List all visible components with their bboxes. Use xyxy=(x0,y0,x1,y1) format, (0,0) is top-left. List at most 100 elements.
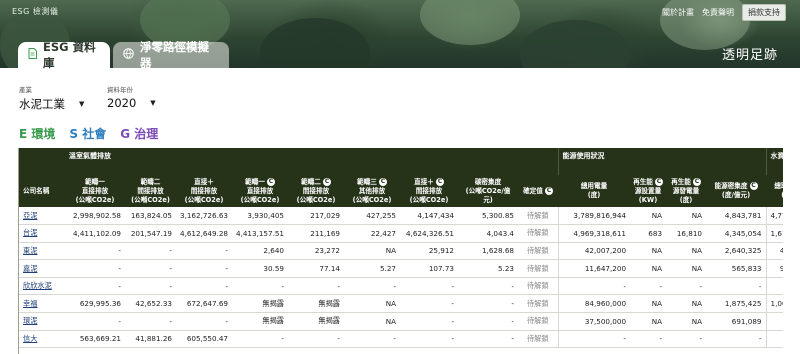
table-cell: 5.23 xyxy=(458,259,518,278)
table-cell: 84,960,000 xyxy=(557,294,631,314)
info-icon[interactable]: C xyxy=(435,177,444,186)
column-header-line: 間接排放 xyxy=(302,186,330,195)
table-cell: 5,300.85 xyxy=(458,207,518,226)
year-select[interactable]: 資料年份 2020 ▼ xyxy=(107,84,156,110)
column-header-line: (公噸CO2e) xyxy=(184,195,224,204)
table-cell: - xyxy=(765,277,783,296)
column-header[interactable]: 確定值 C xyxy=(518,175,559,207)
column-header[interactable]: 範疇三 C 其他排放 (公噸CO2e) xyxy=(344,175,400,207)
unlock-cell[interactable]: 待解鎖 xyxy=(518,224,559,243)
column-header-company[interactable]: 公司名稱 xyxy=(19,175,65,207)
column-header[interactable]: 範疇二 C 間接排放 (公噸CO2e) xyxy=(288,175,344,207)
tab-net-zero-simulator[interactable]: 淨零路徑模擬器 xyxy=(113,40,229,70)
table-cell: 2,640,325 xyxy=(706,242,767,261)
table-cell: - xyxy=(458,277,518,296)
table-cell: 30.59 xyxy=(232,259,288,278)
table-cell: 41,881.26 xyxy=(125,330,176,349)
table-cell: 4,772,000 xyxy=(765,207,783,226)
table-cell: 1,004,104 xyxy=(765,294,783,314)
esg-category-tabs: E 環境 S 社會 G 治理 xyxy=(19,125,158,142)
table-cell: 217,029 xyxy=(288,207,344,226)
info-icon[interactable]: C xyxy=(749,182,758,190)
industry-select[interactable]: 產業 水泥工業 ▼ xyxy=(19,84,84,112)
table-cell: NA xyxy=(630,312,667,331)
column-header-line: (公噸CO2e/億元) xyxy=(465,186,511,204)
column-header[interactable]: 碳密集度 (公噸CO2e/億元) xyxy=(458,175,518,207)
company-link[interactable]: 環泥 xyxy=(19,312,65,331)
unlock-cell[interactable]: 待解鎖 xyxy=(518,207,559,226)
info-icon[interactable]: C xyxy=(378,177,387,186)
table-cell: 4,969,318,611 xyxy=(557,224,631,243)
about-link[interactable]: 關於計畫 xyxy=(662,7,694,18)
column-header-line: 能源密集度 C xyxy=(714,182,758,190)
column-header[interactable]: 總用電量 (度) xyxy=(558,175,631,207)
column-header[interactable]: 範疇二 間接排放 (公噸CO2e) xyxy=(125,175,176,207)
tab-social[interactable]: S 社會 xyxy=(69,125,106,142)
table-cell: NA xyxy=(666,312,707,331)
company-link[interactable]: 東泥 xyxy=(19,242,65,261)
table-cell: - xyxy=(176,259,232,278)
esg-data-table[interactable]: 溫室氣體排放 能源使用狀況 水資源 公司名稱範疇一直接排放(公噸CO2e)範疇二… xyxy=(18,148,783,354)
document-icon xyxy=(28,48,37,62)
table-cell: NA xyxy=(630,242,667,261)
table-cell: - xyxy=(706,330,767,349)
table-cell: NA xyxy=(344,242,400,261)
year-value: 2020 xyxy=(107,96,137,110)
company-link[interactable]: 信大 xyxy=(19,330,65,349)
forest-canopy xyxy=(260,18,370,68)
table-cell: - xyxy=(232,330,288,349)
info-icon[interactable]: C xyxy=(322,177,331,186)
donate-button[interactable]: 捐款支持 xyxy=(742,4,786,21)
column-header[interactable]: 範疇一 直接排放 (公噸CO2e) xyxy=(65,175,125,207)
column-header-line: (度/億元) xyxy=(721,191,751,199)
company-link[interactable]: 幸福 xyxy=(19,294,65,314)
column-header-line: 再生能 C xyxy=(671,177,701,186)
table-cell: NA xyxy=(630,207,667,226)
column-header[interactable]: 直接＋ C 間接排放 (公噸CO2e) xyxy=(400,175,458,207)
info-icon[interactable]: C xyxy=(544,186,553,195)
table-cell: 691,089 xyxy=(706,312,767,331)
tab-esg-database[interactable]: ESG 資料庫 xyxy=(18,40,110,70)
table-cell: 4,043.4 xyxy=(458,224,518,243)
table-cell: NA xyxy=(630,294,667,314)
unlock-cell[interactable]: 待解鎖 xyxy=(518,312,559,331)
info-icon[interactable]: C xyxy=(692,177,701,186)
column-header[interactable]: 再生能 C 源發電量 (度) xyxy=(666,175,707,207)
table-cell: - xyxy=(458,312,518,331)
table-cell: - xyxy=(666,330,707,349)
disclaimer-link[interactable]: 免責聲明 xyxy=(702,7,734,18)
unlock-cell[interactable]: 待解鎖 xyxy=(518,330,559,349)
table-row: 欣欣水泥--------待解鎖----- xyxy=(19,277,783,296)
column-header-line: (公噸CO2e) xyxy=(131,195,170,204)
table-cell: 無揭露 xyxy=(288,312,344,331)
table-cell: NA xyxy=(344,294,400,314)
unlock-cell[interactable]: 待解鎖 xyxy=(518,277,559,296)
company-link[interactable]: 亞泥 xyxy=(19,207,65,226)
column-header[interactable]: 直接＋ 間接排放 (公噸CO2e) xyxy=(176,175,232,207)
industry-value: 水泥工業 xyxy=(19,97,65,111)
table-cell: NA xyxy=(630,259,667,278)
column-header[interactable]: 再生能 C 源設置量 (KW) xyxy=(630,175,667,207)
unlock-cell[interactable]: 待解鎖 xyxy=(518,259,559,278)
table-cell: - xyxy=(557,277,631,296)
table-cell: - xyxy=(458,294,518,314)
table-cell: 565,833 xyxy=(706,259,767,278)
unlock-cell[interactable]: 待解鎖 xyxy=(518,242,559,261)
column-header[interactable]: 總取水量(噸) xyxy=(766,175,783,207)
unlock-cell[interactable]: 待解鎖 xyxy=(518,294,559,314)
company-link[interactable]: 欣欣水泥 xyxy=(19,277,65,296)
info-icon[interactable]: C xyxy=(654,177,663,186)
info-icon[interactable]: C xyxy=(266,177,275,186)
table-cell: 2,998,902.58 xyxy=(65,207,125,226)
company-link[interactable]: 嘉泥 xyxy=(19,259,65,278)
column-header[interactable]: 範疇一 C 直接排放 (公噸CO2e) xyxy=(232,175,288,207)
company-link[interactable]: 台泥 xyxy=(19,224,65,243)
table-cell: 42,652.33 xyxy=(125,294,176,314)
table-cell: 107.73 xyxy=(400,259,458,278)
table-cell: 77.14 xyxy=(288,259,344,278)
site-brand[interactable]: ESG 檢測儀 xyxy=(12,6,58,17)
column-header-line: 公司名稱 xyxy=(23,186,50,195)
column-header[interactable]: 能源密集度 C (度/億元) xyxy=(706,175,767,207)
tab-environment[interactable]: E 環境 xyxy=(19,125,55,142)
tab-governance[interactable]: G 治理 xyxy=(120,125,158,142)
